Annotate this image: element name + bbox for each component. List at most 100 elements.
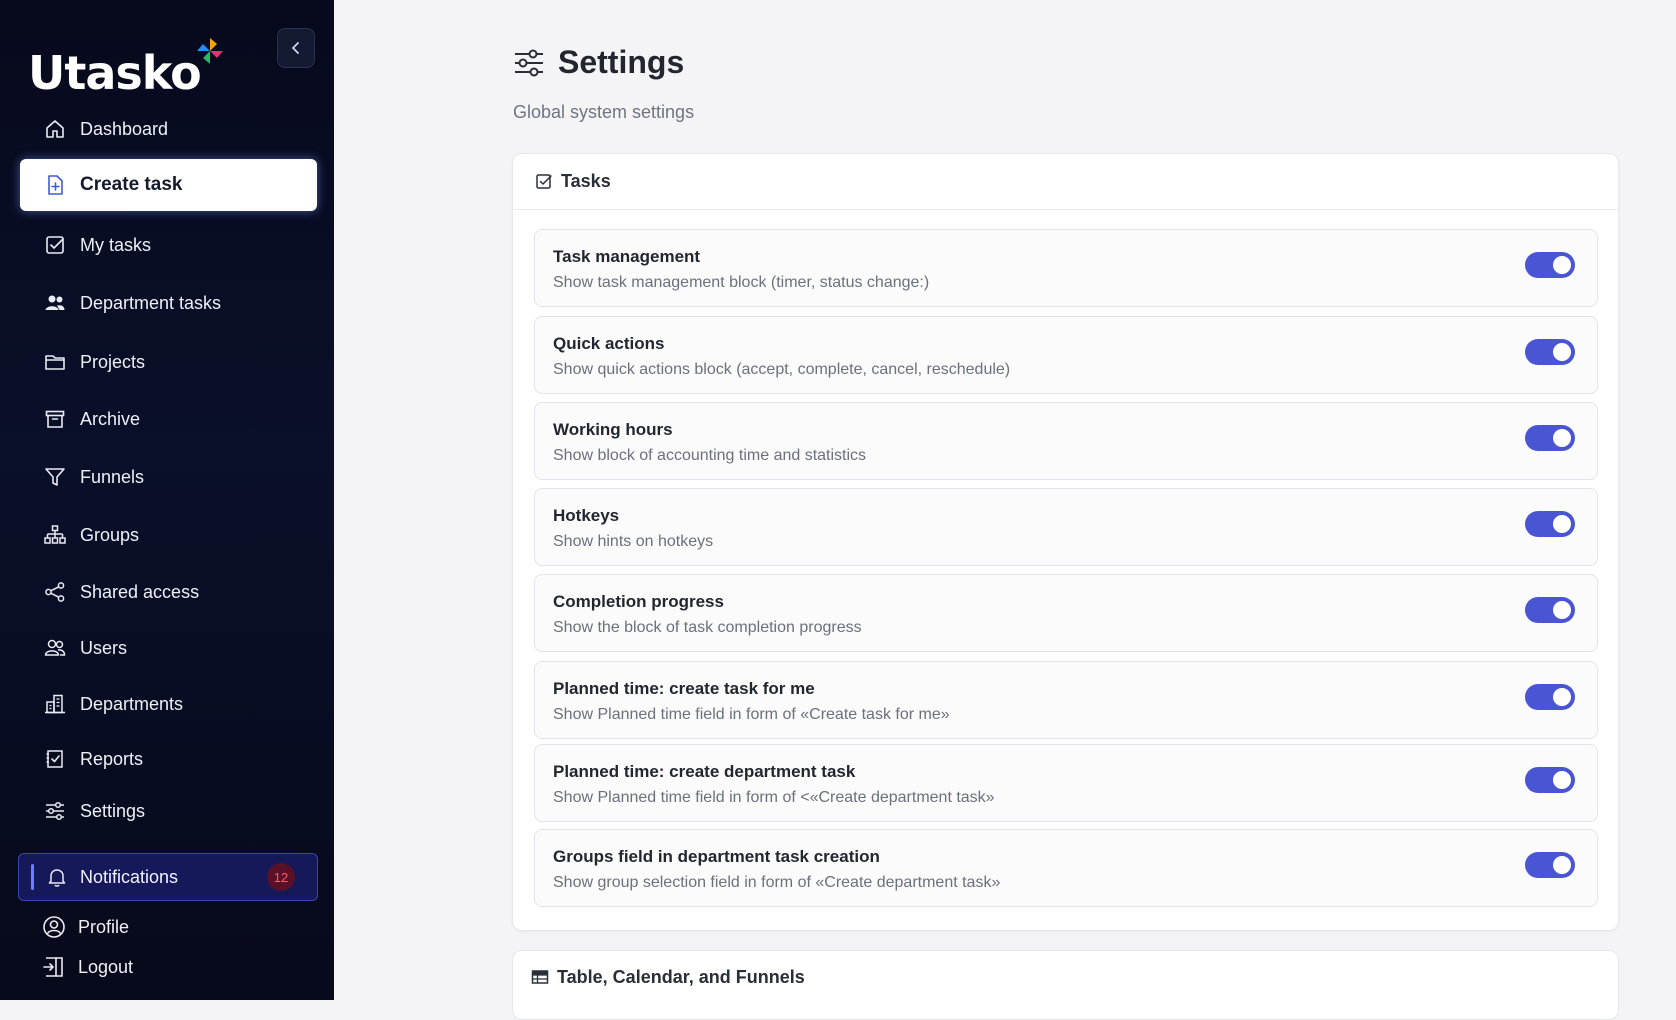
collapse-sidebar-button[interactable]	[277, 28, 315, 68]
toggle-knob	[1553, 688, 1571, 706]
sidebar-item-label: Projects	[80, 351, 146, 372]
sidebar-item-label: Create task	[80, 174, 183, 195]
sidebar-item-label: Archive	[80, 408, 141, 429]
sidebar-item-projects[interactable]: Projects	[20, 336, 317, 388]
card-title: Table, Calendar, and Funnels	[557, 966, 805, 987]
page-subtitle: Global system settings	[513, 102, 695, 122]
setting-description: Show quick actions block (accept, comple…	[553, 361, 1011, 378]
toggle-knob	[1553, 515, 1571, 533]
sidebar-item-create-task[interactable]: Create task	[20, 159, 317, 211]
setting-row-planned-time-department: Planned time: create department task Sho…	[534, 744, 1598, 822]
sidebar-item-users[interactable]: Users	[20, 622, 317, 674]
active-indicator	[31, 864, 34, 890]
sidebar: Utasko Dashboard Create task My tasks De…	[0, 0, 334, 1000]
card-header: Table, Calendar, and Funnels	[513, 951, 1618, 1003]
toggle-knob	[1553, 256, 1571, 274]
sidebar-item-groups[interactable]: Groups	[20, 509, 317, 561]
home-icon	[44, 118, 66, 140]
toggle-knob	[1553, 771, 1571, 789]
setting-title: Working hours	[553, 420, 673, 439]
notification-count-badge: 12	[267, 863, 295, 891]
setting-description: Show task management block (timer, statu…	[553, 274, 930, 291]
setting-row-planned-time-for-me: Planned time: create task for me Show Pl…	[534, 661, 1598, 739]
setting-title: Planned time: create task for me	[553, 679, 815, 698]
check-square-icon	[536, 173, 552, 189]
sidebar-item-label: Users	[80, 637, 128, 658]
setting-description: Show the block of task completion progre…	[553, 619, 862, 636]
setting-description: Show group selection field in form of «C…	[553, 874, 1001, 891]
check-square-icon	[44, 234, 66, 256]
app-logo-text: Utasko	[28, 46, 202, 100]
sidebar-item-departments[interactable]: Departments	[20, 678, 317, 730]
folder-icon	[44, 351, 66, 373]
toggle-knob	[1553, 601, 1571, 619]
sidebar-item-archive[interactable]: Archive	[20, 393, 317, 445]
setting-description: Show Planned time field in form of «Crea…	[553, 706, 950, 723]
report-icon	[44, 748, 66, 770]
sidebar-item-label: Notifications	[80, 866, 179, 887]
card-header: Tasks	[513, 154, 1618, 210]
logout-label: Logout	[78, 956, 134, 977]
sidebar-item-label: Funnels	[80, 466, 145, 487]
sidebar-item-label: Dashboard	[80, 118, 169, 139]
setting-row-quick-actions: Quick actions Show quick actions block (…	[534, 316, 1598, 394]
sidebar-item-department-tasks[interactable]: Department tasks	[20, 277, 317, 329]
setting-description: Show hints on hotkeys	[553, 533, 714, 550]
setting-title: Quick actions	[553, 334, 665, 353]
sidebar-item-label: My tasks	[80, 234, 152, 255]
sidebar-item-label: Reports	[80, 748, 144, 769]
setting-description: Show block of accounting time and statis…	[553, 447, 867, 464]
setting-row-task-management: Task management Show task management blo…	[534, 229, 1598, 307]
toggle-knob	[1553, 429, 1571, 447]
toggle-knob	[1553, 856, 1571, 874]
planned-time-department-toggle[interactable]	[1525, 767, 1575, 793]
users-icon	[44, 637, 66, 659]
tasks-settings-card: Tasks Task management Show task manageme…	[512, 153, 1619, 931]
toggle-knob	[1553, 343, 1571, 361]
groups-field-toggle[interactable]	[1525, 852, 1575, 878]
archive-icon	[44, 408, 66, 430]
card-title: Tasks	[561, 171, 611, 191]
planned-time-for-me-toggle[interactable]	[1525, 684, 1575, 710]
pinwheel-logo-icon	[196, 38, 223, 64]
setting-row-groups-field: Groups field in department task creation…	[534, 829, 1598, 907]
bell-icon	[46, 866, 68, 888]
app-logo[interactable]: Utasko	[28, 38, 231, 100]
sidebar-item-reports[interactable]: Reports	[20, 733, 317, 785]
sidebar-item-label: Departments	[80, 693, 184, 714]
table-calendar-funnels-card: Table, Calendar, and Funnels	[512, 950, 1619, 1020]
logout-link[interactable]: Logout	[42, 952, 133, 982]
sidebar-item-label: Department tasks	[80, 292, 222, 313]
building-icon	[44, 693, 66, 715]
sidebar-item-label: Shared access	[80, 581, 200, 602]
hotkeys-toggle[interactable]	[1525, 511, 1575, 537]
setting-row-completion-progress: Completion progress Show the block of ta…	[534, 574, 1598, 652]
sidebar-item-my-tasks[interactable]: My tasks	[20, 219, 317, 271]
quick-actions-toggle[interactable]	[1525, 339, 1575, 365]
setting-title: Hotkeys	[553, 506, 620, 525]
setting-title: Task management	[553, 247, 701, 266]
users-solid-icon	[44, 292, 66, 314]
setting-title: Completion progress	[553, 592, 724, 611]
filter-icon	[44, 466, 66, 488]
profile-link[interactable]: Profile	[42, 912, 129, 942]
main-content: Settings Global system settings Tasks Ta…	[334, 0, 1676, 1020]
sidebar-item-dashboard[interactable]: Dashboard	[20, 103, 317, 155]
setting-row-working-hours: Working hours Show block of accounting t…	[534, 402, 1598, 480]
sidebar-item-settings[interactable]: Settings	[20, 785, 317, 837]
sidebar-item-shared-access[interactable]: Shared access	[20, 566, 317, 618]
chevron-left-icon	[292, 42, 299, 54]
sidebar-item-label: Settings	[80, 800, 146, 821]
sidebar-item-notifications[interactable]: Notifications 12	[18, 853, 318, 901]
user-circle-icon	[42, 915, 66, 939]
task-management-toggle[interactable]	[1525, 252, 1575, 278]
sliders-icon	[44, 800, 66, 822]
completion-progress-toggle[interactable]	[1525, 597, 1575, 623]
page-title: Settings	[558, 44, 685, 80]
logout-icon	[42, 955, 66, 979]
table-icon	[531, 970, 549, 984]
sidebar-item-label: Groups	[80, 524, 140, 545]
sidebar-item-funnels[interactable]: Funnels	[20, 451, 317, 503]
working-hours-toggle[interactable]	[1525, 425, 1575, 451]
share-icon	[44, 581, 66, 603]
